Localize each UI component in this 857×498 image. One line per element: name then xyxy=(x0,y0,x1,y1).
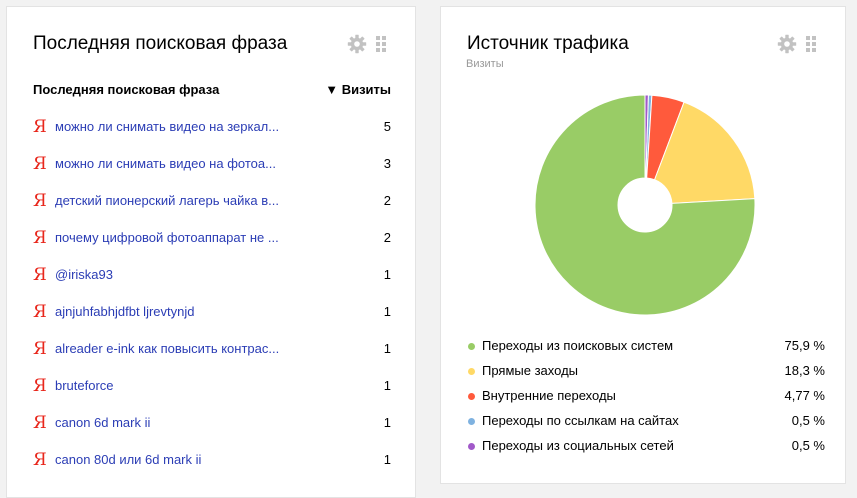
widget-title: Источник трафика xyxy=(467,33,629,54)
widget-tools xyxy=(347,34,387,54)
table-row: Яможно ли снимать видео на зеркал... 5 xyxy=(33,108,391,145)
yandex-search-icon: Я xyxy=(33,450,47,470)
gear-icon[interactable] xyxy=(347,34,367,54)
traffic-source-widget: Источник трафика Визиты Переходы из поис… xyxy=(440,6,846,484)
yandex-search-icon: Я xyxy=(33,376,47,396)
search-phrase-link[interactable]: детский пионерский лагерь чайка в... xyxy=(55,193,285,208)
legend-value: 18,3 % xyxy=(784,363,825,378)
search-phrase-link[interactable]: @iriska93 xyxy=(55,267,285,282)
table-row: Япочему цифровой фотоаппарат не ... 2 xyxy=(33,219,391,256)
legend-item[interactable]: Прямые заходы 18,3 % xyxy=(468,362,825,387)
drag-handle-icon[interactable] xyxy=(375,34,387,54)
visits-count: 1 xyxy=(383,304,391,319)
legend-item[interactable]: Переходы по ссылкам на сайтах 0,5 % xyxy=(468,412,825,437)
drag-handle-icon[interactable] xyxy=(805,34,817,54)
table-row: Яможно ли снимать видео на фотоа... 3 xyxy=(33,145,391,182)
visits-count: 1 xyxy=(383,415,391,430)
column-header-visits-sort[interactable]: ▼ Визиты xyxy=(325,82,391,97)
last-search-phrase-widget: Последняя поисковая фраза Последняя поис… xyxy=(6,6,416,498)
table-row: Я @iriska93 1 xyxy=(33,256,391,293)
yandex-search-icon: Я xyxy=(33,413,47,433)
legend-item[interactable]: Переходы из социальных сетей 0,5 % xyxy=(468,437,825,462)
legend-label: Переходы по ссылкам на сайтах xyxy=(482,413,679,428)
visits-count: 1 xyxy=(383,378,391,393)
yandex-search-icon: Я xyxy=(33,154,47,174)
visits-count: 1 xyxy=(383,267,391,282)
search-phrase-link[interactable]: ajnjuhfabhjdfbt ljrevtynjd xyxy=(55,304,285,319)
phrase-list: Яможно ли снимать видео на зеркал... 5 Ямо… xyxy=(33,108,391,478)
search-phrase-link[interactable]: bruteforce xyxy=(55,378,285,393)
legend-label: Внутренние переходы xyxy=(482,388,616,403)
yandex-search-icon: Я xyxy=(33,228,47,248)
widget-subtitle: Визиты xyxy=(466,58,504,70)
table-row: Яalreader e-ink как повысить контрас... 1 xyxy=(33,330,391,367)
yandex-search-icon: Я xyxy=(33,117,47,137)
visits-count: 2 xyxy=(383,230,391,245)
visits-count: 1 xyxy=(383,452,391,467)
search-phrase-link[interactable]: canon 80d или 6d mark ii xyxy=(55,452,285,467)
pie-svg xyxy=(534,94,756,316)
search-phrase-link[interactable]: alreader e-ink как повысить контрас... xyxy=(55,341,285,356)
visits-count: 1 xyxy=(383,341,391,356)
gear-icon[interactable] xyxy=(777,34,797,54)
legend-color-dot xyxy=(468,443,475,450)
table-row: Яcanon 80d или 6d mark ii 1 xyxy=(33,441,391,478)
table-row: Ядетский пионерский лагерь чайка в... 2 xyxy=(33,182,391,219)
legend-color-dot xyxy=(468,368,475,375)
legend-label: Прямые заходы xyxy=(482,363,579,378)
legend-label: Переходы из социальных сетей xyxy=(482,438,674,453)
yandex-search-icon: Я xyxy=(33,265,47,285)
legend-color-dot xyxy=(468,393,475,400)
legend-item[interactable]: Внутренние переходы 4,77 % xyxy=(468,387,825,412)
table-row: Яbruteforce 1 xyxy=(33,367,391,404)
table-row: Яcanon 6d mark ii 1 xyxy=(33,404,391,441)
traffic-pie-chart xyxy=(534,94,756,316)
table-header: Последняя поисковая фраза ▼ Визиты xyxy=(33,82,391,100)
column-header-phrase: Последняя поисковая фраза xyxy=(33,82,220,97)
legend-value: 75,9 % xyxy=(784,338,825,353)
yandex-search-icon: Я xyxy=(33,302,47,322)
legend-color-dot xyxy=(468,343,475,350)
legend-value: 0,5 % xyxy=(791,438,825,453)
search-phrase-link[interactable]: canon 6d mark ii xyxy=(55,415,285,430)
legend-label: Переходы из поисковых систем xyxy=(482,338,674,353)
yandex-search-icon: Я xyxy=(33,191,47,211)
widget-tools xyxy=(777,34,817,54)
search-phrase-link[interactable]: можно ли снимать видео на зеркал... xyxy=(55,119,285,134)
legend-value: 0,5 % xyxy=(791,413,825,428)
legend-color-dot xyxy=(468,418,475,425)
legend-value: 4,77 % xyxy=(784,388,825,403)
search-phrase-link[interactable]: почему цифровой фотоаппарат не ... xyxy=(55,230,285,245)
legend-item[interactable]: Переходы из поисковых систем 75,9 % xyxy=(468,337,825,362)
table-row: Яajnjuhfabhjdfbt ljrevtynjd 1 xyxy=(33,293,391,330)
visits-count: 5 xyxy=(383,119,391,134)
yandex-search-icon: Я xyxy=(33,339,47,359)
visits-count: 2 xyxy=(383,193,391,208)
search-phrase-link[interactable]: можно ли снимать видео на фотоа... xyxy=(55,156,285,171)
visits-count: 3 xyxy=(383,156,391,171)
widget-title: Последняя поисковая фраза xyxy=(33,33,288,54)
chart-legend: Переходы из поисковых систем 75,9 % Прямые… xyxy=(468,337,825,462)
